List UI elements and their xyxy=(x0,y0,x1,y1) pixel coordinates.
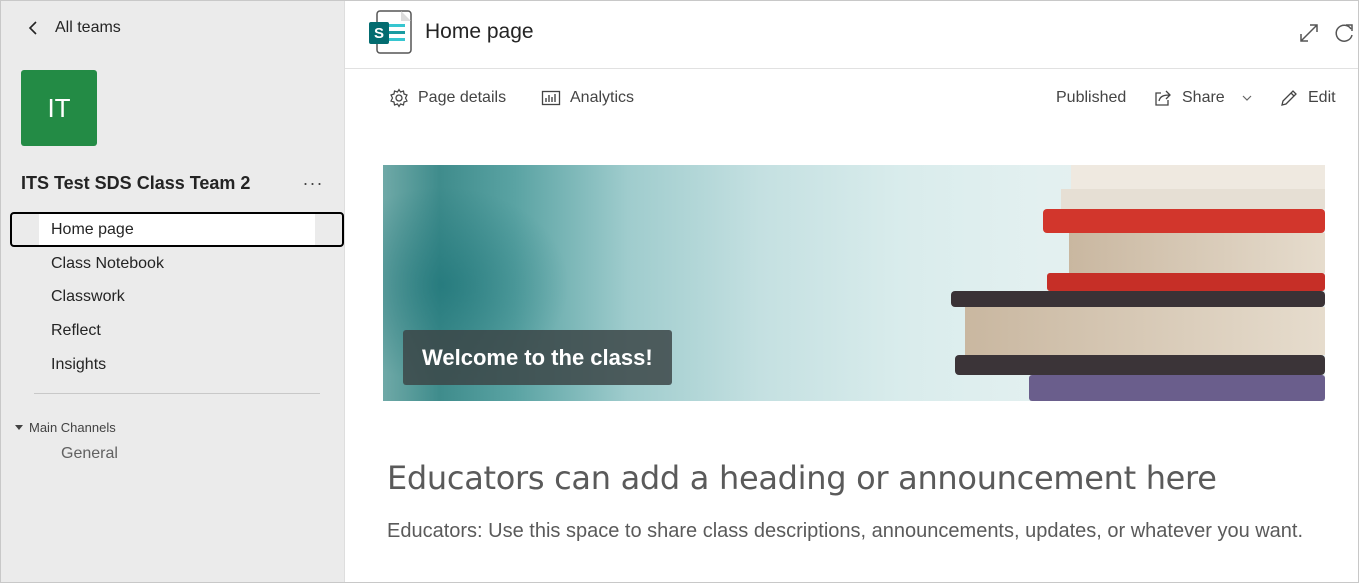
share-icon xyxy=(1155,90,1171,106)
sidebar-item-home-page[interactable]: Home page xyxy=(39,214,315,246)
sidebar: All teams IT ITS Test SDS Class Team 2 ·… xyxy=(1,1,345,582)
sidebar-item-label: Class Notebook xyxy=(51,255,164,272)
sidebar-item-label: Reflect xyxy=(51,322,101,339)
sidebar-item-insights[interactable]: Insights xyxy=(39,349,315,381)
team-avatar: IT xyxy=(21,70,97,146)
analytics-icon xyxy=(541,90,561,106)
announcement-body: Educators: Use this space to share class… xyxy=(387,520,1304,542)
page-title: Home page xyxy=(425,20,534,43)
main-channels-toggle[interactable]: Main Channels xyxy=(15,420,116,435)
svg-text:S: S xyxy=(374,25,384,42)
sidebar-item-classwork[interactable]: Classwork xyxy=(39,281,315,313)
channel-general[interactable]: General xyxy=(61,445,118,463)
refresh-icon[interactable] xyxy=(1332,21,1356,45)
page-details-label: Page details xyxy=(418,89,507,106)
sidebar-item-class-notebook[interactable]: Class Notebook xyxy=(39,248,315,280)
hero-caption: Welcome to the class! xyxy=(403,330,672,385)
caret-down-icon xyxy=(15,425,23,430)
chevron-down-icon xyxy=(1242,95,1252,101)
publish-status: Published xyxy=(1056,89,1127,106)
sidebar-item-label: Insights xyxy=(51,356,107,373)
more-options-button[interactable]: ··· xyxy=(301,171,325,195)
expand-icon[interactable] xyxy=(1297,21,1321,45)
analytics-label: Analytics xyxy=(570,89,635,106)
page-details-button[interactable]: Page details xyxy=(389,81,506,115)
sidebar-item-label: Classwork xyxy=(51,288,125,305)
pencil-icon xyxy=(1281,90,1297,106)
all-teams-back-button[interactable]: All teams xyxy=(27,16,121,40)
chevron-left-icon xyxy=(28,21,37,35)
gear-icon xyxy=(390,88,408,108)
section-label: Main Channels xyxy=(29,420,116,435)
analytics-button[interactable]: Analytics xyxy=(541,81,634,115)
share-label: Share xyxy=(1182,89,1225,106)
all-teams-label: All teams xyxy=(55,19,121,36)
announcement-heading: Educators can add a heading or announcem… xyxy=(387,459,1217,497)
sidebar-divider xyxy=(34,393,320,394)
edit-button[interactable]: Edit xyxy=(1279,81,1336,115)
hero-banner: Welcome to the class! xyxy=(383,165,1325,401)
sidebar-item-reflect[interactable]: Reflect xyxy=(39,315,315,347)
app-frame: All teams IT ITS Test SDS Class Team 2 ·… xyxy=(0,0,1359,583)
share-button[interactable]: Share xyxy=(1153,81,1252,115)
team-name: ITS Test SDS Class Team 2 xyxy=(21,173,251,193)
command-bar: Page details Analytics Published Share E… xyxy=(345,81,1358,115)
main-content: S Home page Page details Analytics Publi… xyxy=(345,1,1358,582)
edit-label: Edit xyxy=(1308,89,1336,106)
sidebar-item-label: Home page xyxy=(51,221,134,238)
sharepoint-icon: S xyxy=(369,10,412,54)
page-header: S Home page xyxy=(345,1,1358,69)
